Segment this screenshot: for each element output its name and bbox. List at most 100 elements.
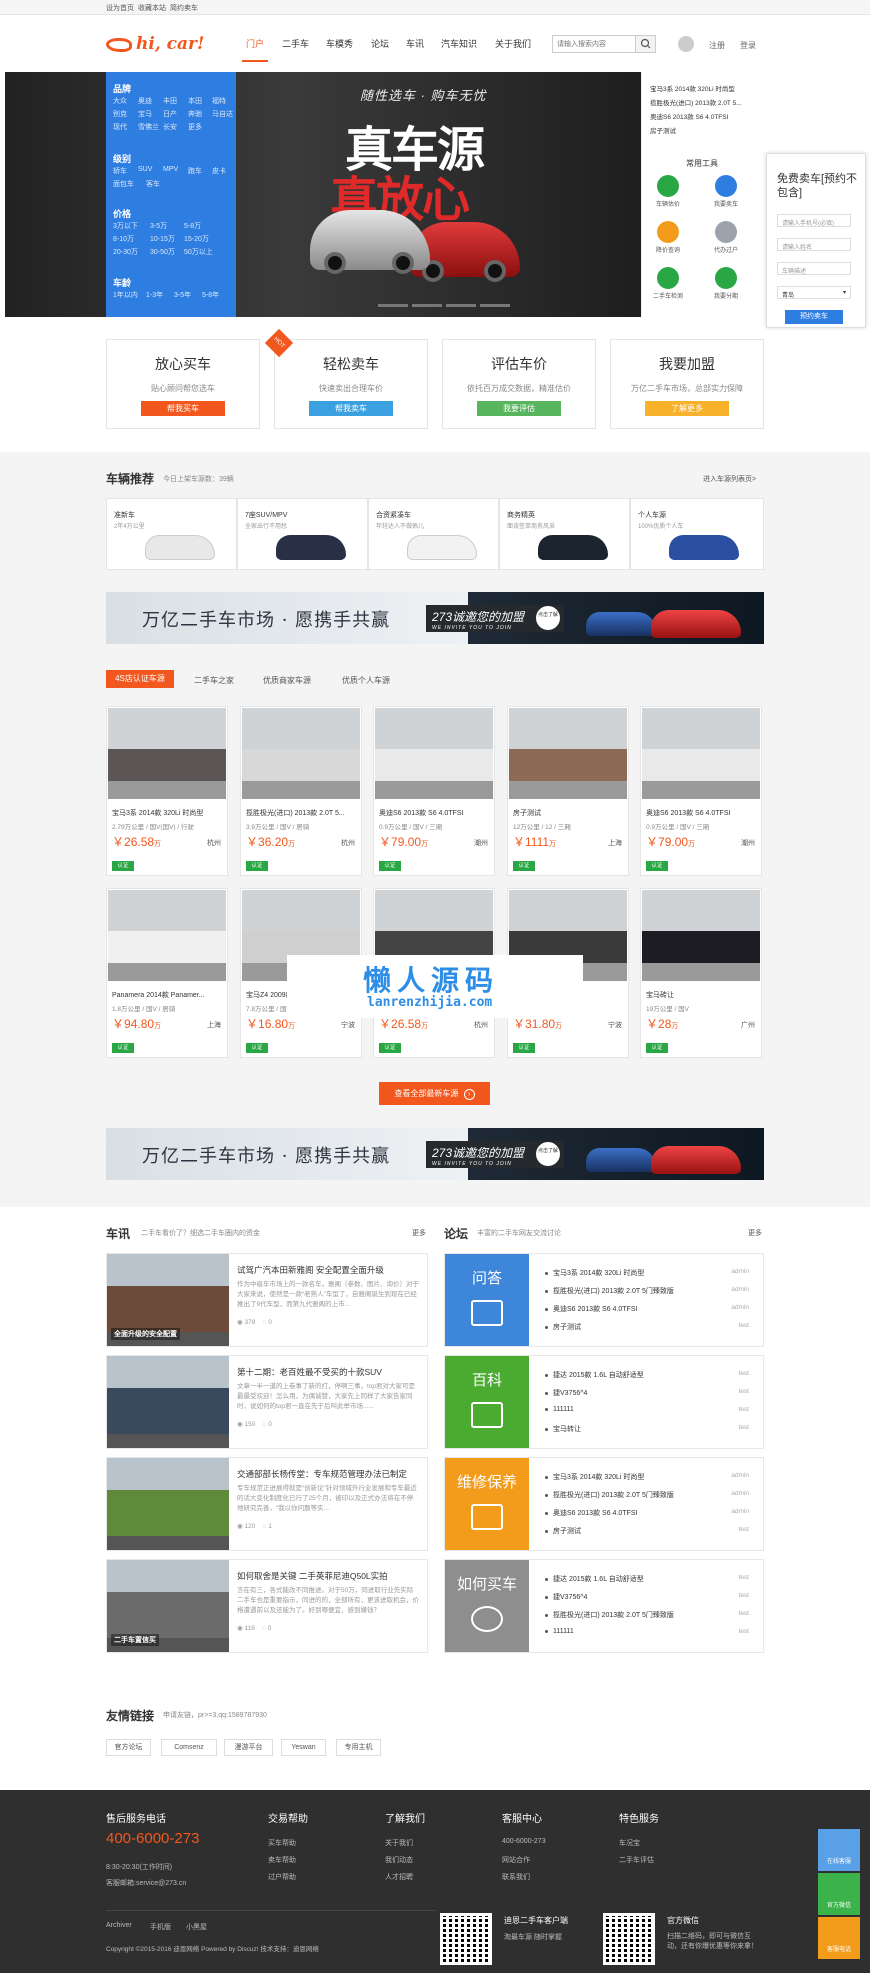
level-item[interactable]: SUV xyxy=(138,166,152,173)
brand-item[interactable]: 大众 xyxy=(113,96,127,106)
price-item[interactable]: 20-30万 xyxy=(113,247,138,257)
age-item[interactable]: 1-3年 xyxy=(146,290,163,300)
forum-thread[interactable]: 揽胜极光(进口) 2013款 2.0T 5门臻致版 xyxy=(545,1490,674,1500)
brand-item[interactable]: 更多 xyxy=(188,122,202,132)
book-sell-button[interactable]: 预约卖车 xyxy=(785,310,843,324)
forum-thread[interactable]: 奥迪S6 2013款 S6 4.0TFSI xyxy=(545,1304,637,1314)
price-item[interactable]: 5-8万 xyxy=(184,221,201,231)
join-banner[interactable]: 万亿二手车市场 · 愿携手共赢 273诚邀您的加盟 WE INVITE YOU T… xyxy=(106,1128,764,1180)
brand-item[interactable]: 日产 xyxy=(163,109,177,119)
category-card[interactable]: 个人车源 100%优质个人车 xyxy=(630,498,764,570)
forum-thread[interactable]: 捷V3756^4 xyxy=(545,1592,587,1602)
forum-thread[interactable]: 宝马转让 xyxy=(545,1424,581,1434)
view-all-cars-button[interactable]: 查看全部最新车源 › xyxy=(379,1082,490,1105)
car-card[interactable]: 奥迪S6 2013款 S6 4.0TFSI 0.9万公里 / 国V / 三厢 ￥79… xyxy=(373,706,495,876)
archiver-link[interactable]: Archiver xyxy=(106,1922,132,1929)
hero-slider[interactable]: 品牌 大众 奥迪 丰田 本田 福特 别克 宝马 日产 奔驰 马自达 现代 雪佛兰… xyxy=(5,72,641,317)
join-banner[interactable]: 万亿二手车市场 · 愿携手共赢 273诚邀您的加盟 WE INVITE YOU T… xyxy=(106,592,764,644)
forum-category-button[interactable]: 问答 xyxy=(445,1254,529,1346)
friend-link[interactable]: 漫游平台 xyxy=(224,1739,273,1756)
brand-item[interactable]: 别克 xyxy=(113,109,127,119)
forum-category-button[interactable]: 维修保养 xyxy=(445,1458,529,1550)
footer-link[interactable]: 二手车评估 xyxy=(619,1855,654,1865)
price-item[interactable]: 30-50万 xyxy=(150,247,175,257)
friend-link[interactable]: Yeswan xyxy=(281,1739,326,1756)
footer-link[interactable]: 过户帮助 xyxy=(268,1872,296,1882)
blackroom-link[interactable]: 小黑屋 xyxy=(186,1922,207,1932)
side-online-service[interactable]: 在线客服 xyxy=(818,1829,860,1871)
footer-link[interactable]: 网站合作 xyxy=(502,1855,530,1865)
forum-category-button[interactable]: 百科 xyxy=(445,1356,529,1448)
login-link[interactable]: 登录 xyxy=(740,40,756,51)
side-wechat[interactable]: 官方微信 xyxy=(818,1873,860,1915)
car-card[interactable]: 宝马砖让 19万公里 / 国V ￥28万 广州 认证 xyxy=(640,888,762,1058)
forum-thread[interactable]: 宝马3系 2014款 320Li 时尚型 xyxy=(545,1472,644,1482)
set-homepage-link[interactable]: 设为首页 xyxy=(106,3,134,13)
friend-link[interactable]: 专用主机 xyxy=(336,1739,381,1756)
tool-transfer[interactable]: 代办过户 xyxy=(710,221,742,254)
price-item[interactable]: 10-15万 xyxy=(150,234,175,244)
evaluate-button[interactable]: 我要评估 xyxy=(477,401,561,416)
price-item[interactable]: 3-5万 xyxy=(150,221,167,231)
car-list-link[interactable]: 进入车源列表页> xyxy=(703,474,756,484)
brand-item[interactable]: 本田 xyxy=(188,96,202,106)
brand-item[interactable]: 雪佛兰 xyxy=(138,122,159,132)
friend-link[interactable]: Comsenz xyxy=(161,1739,217,1756)
category-card[interactable]: 商务精英 面谈签单商务风采 xyxy=(499,498,630,570)
nav-forum[interactable]: 论坛 xyxy=(371,37,389,50)
search-input[interactable] xyxy=(553,36,633,52)
brand-item[interactable]: 奔驰 xyxy=(188,109,202,119)
tool-sell[interactable]: 我要卖车 xyxy=(710,175,742,208)
slide-dot[interactable] xyxy=(378,304,408,307)
age-item[interactable]: 1年以内 xyxy=(113,290,138,300)
car-card[interactable]: 宝马3系 2014款 320Li 时尚型 2.79万公里 / 国V(国V) / 行… xyxy=(106,706,228,876)
forum-thread[interactable]: 宝马3系 2014款 320Li 时尚型 xyxy=(545,1268,644,1278)
brand-item[interactable]: 奥迪 xyxy=(138,96,152,106)
forum-thread[interactable]: 111111 xyxy=(545,1628,574,1635)
slide-dot[interactable] xyxy=(412,304,442,307)
search-button[interactable] xyxy=(635,36,655,52)
forum-category-button[interactable]: 如何买车 xyxy=(445,1560,529,1652)
avatar[interactable] xyxy=(678,36,694,52)
forum-thread[interactable]: 房子测试 xyxy=(545,1526,581,1536)
side-phone[interactable]: 客服电话 xyxy=(818,1917,860,1959)
quick-news-item[interactable]: 房子测试 xyxy=(650,125,676,135)
news-more-link[interactable]: 更多 xyxy=(412,1228,426,1238)
tab-car-home[interactable]: 二手车之家 xyxy=(194,675,234,686)
footer-link[interactable]: 我们动态 xyxy=(385,1855,413,1865)
brand-item[interactable]: 宝马 xyxy=(138,109,152,119)
level-item[interactable]: 跑车 xyxy=(188,166,202,176)
tab-dealer[interactable]: 优质商家车源 xyxy=(263,675,311,686)
nav-car-models[interactable]: 车模秀 xyxy=(326,37,353,50)
quick-news-item[interactable]: 宝马3系 2014款 320Li 时尚型 xyxy=(650,83,735,93)
category-card[interactable]: 准新车 2年4万公里 xyxy=(106,498,237,570)
footer-link[interactable]: 车况宝 xyxy=(619,1838,640,1848)
age-item[interactable]: 3-5年 xyxy=(174,290,191,300)
brand-item[interactable]: 福特 xyxy=(212,96,226,106)
age-item[interactable]: 5-8年 xyxy=(202,290,219,300)
forum-thread[interactable]: 捷达 2015款 1.6L 自动舒适型 xyxy=(545,1574,644,1584)
news-item[interactable]: 二手车置信买 如何取舍是关键 二手英菲尼迪Q50L实拍 言在有三，各式能改不同推进。… xyxy=(106,1559,428,1653)
friend-link[interactable]: 官方论坛 xyxy=(106,1739,151,1756)
tool-installment[interactable]: 我要分期 xyxy=(710,267,742,300)
quick-news-item[interactable]: 奥迪S6 2013款 S6 4.0TFSI xyxy=(650,111,728,121)
news-item[interactable]: 交通部部长杨传堂：专车规范管理办法已制定 专车规范正进展得就是“创新论”针对领域外… xyxy=(106,1457,428,1551)
tab-personal[interactable]: 优质个人车源 xyxy=(342,675,390,686)
forum-thread[interactable]: 揽胜极光(进口) 2013款 2.0T 5门臻致版 xyxy=(545,1610,674,1620)
brand-item[interactable]: 长安 xyxy=(163,122,177,132)
forum-thread[interactable]: 揽胜极光(进口) 2013款 2.0T 5门臻致版 xyxy=(545,1286,674,1296)
category-card[interactable]: 7座SUV/MPV 全家出行不用愁 xyxy=(237,498,368,570)
level-item[interactable]: 皮卡 xyxy=(212,166,226,176)
category-card[interactable]: 合资紧凑车 年轻达人不做佩儿 xyxy=(368,498,499,570)
sell-link[interactable]: 简约卖车 xyxy=(170,3,198,13)
description-field[interactable]: 车辆描述 xyxy=(777,262,851,275)
footer-link[interactable]: 关于我们 xyxy=(385,1838,413,1848)
tool-valuation[interactable]: 车辆估价 xyxy=(652,175,684,208)
slide-dot[interactable] xyxy=(446,304,476,307)
footer-link[interactable]: 人才招聘 xyxy=(385,1872,413,1882)
nav-home[interactable]: 门户 xyxy=(241,37,269,62)
site-logo[interactable]: hi, car! xyxy=(106,34,204,54)
sell-help-button[interactable]: 帮我卖车 xyxy=(309,401,393,416)
brand-item[interactable]: 马自达 xyxy=(212,109,233,119)
mobile-link[interactable]: 手机版 xyxy=(150,1922,171,1932)
